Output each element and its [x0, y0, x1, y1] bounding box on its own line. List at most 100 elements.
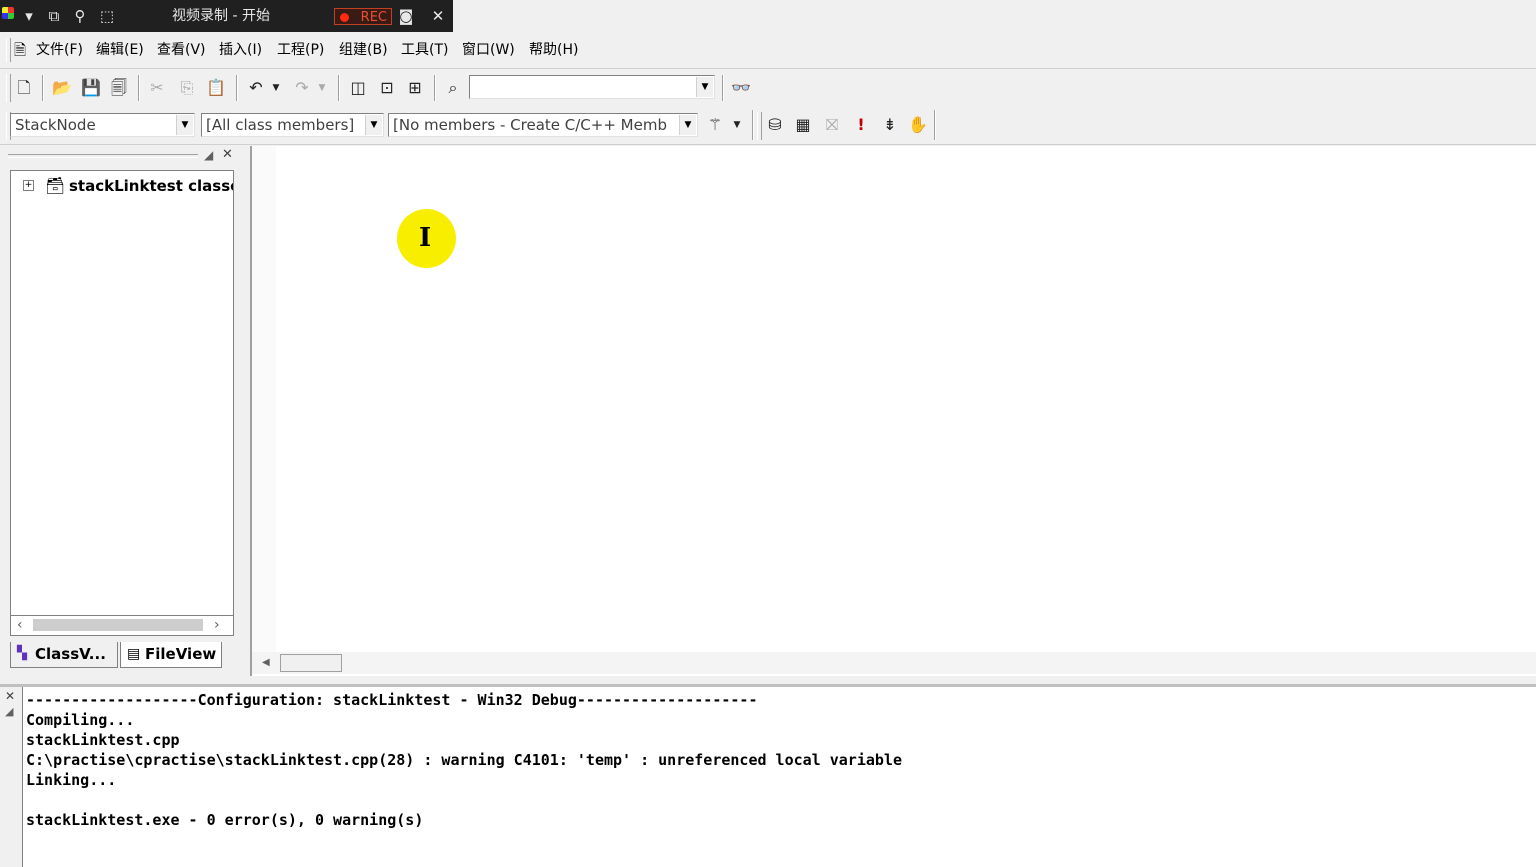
output-side-bar: ✕ ◢ — [0, 687, 23, 867]
find-binoculars-icon[interactable]: 👓 — [729, 76, 753, 100]
menu-edit[interactable]: 编辑(E) — [96, 41, 144, 59]
wizard-dropdown-icon[interactable]: ▼ — [725, 113, 749, 137]
scroll-right-icon[interactable]: › — [214, 617, 220, 633]
close-icon[interactable]: ✕ — [222, 147, 233, 162]
fileview-icon: ▤ — [127, 646, 141, 662]
workspace-pane: ◢ ✕ + 🗃 stackLinktest classes ‹ › ▚ Clas… — [0, 146, 240, 676]
chevron-down-icon[interactable]: ▼ — [365, 115, 382, 135]
scroll-thumb[interactable] — [280, 654, 342, 672]
redo-dropdown-icon[interactable]: ▼ — [310, 76, 334, 100]
output-line: C:\practise\cpractise\stackLinktest.cpp(… — [26, 751, 902, 769]
wizard-action-icon[interactable]: ⚚ — [703, 113, 727, 137]
menu-window[interactable]: 窗口(W) — [462, 41, 515, 59]
output-line: Linking... — [26, 771, 117, 789]
menubar-grip[interactable] — [6, 38, 11, 62]
open-icon[interactable]: 📂 — [50, 76, 74, 100]
execute-icon[interactable]: ! — [849, 113, 873, 137]
record-dot-icon — [340, 13, 349, 22]
tree-root-label[interactable]: stackLinktest classes — [69, 177, 233, 195]
app-logo-icon — [2, 7, 14, 19]
dropdown-icon[interactable]: ▾ — [20, 7, 38, 25]
output-line: stackLinktest.exe - 0 error(s), 0 warnin… — [26, 811, 424, 829]
restore-icon[interactable]: ⧉ — [45, 7, 63, 25]
classes-folder-icon: 🗃 — [45, 176, 66, 195]
tab-fileview-label: FileView — [145, 645, 217, 663]
save-icon[interactable]: 💾 — [79, 76, 103, 100]
separator — [236, 75, 238, 101]
dock-icon[interactable]: ◢ — [5, 705, 13, 718]
wizard-bar: StackNode ▼ [All class members] ▼ [No me… — [0, 106, 1536, 145]
rec-button[interactable]: REC — [334, 8, 392, 25]
separator — [722, 75, 724, 101]
cursor-highlight: I — [397, 209, 456, 268]
classview-icon: ▚ — [17, 646, 27, 661]
text-cursor-icon: I — [419, 223, 432, 253]
find-in-files-icon[interactable]: ⌕ — [441, 76, 465, 100]
close-icon[interactable]: ✕ — [429, 7, 447, 25]
camera-icon[interactable]: ◙ — [397, 7, 415, 25]
recorder-title: 视频录制 - 开始 — [172, 8, 270, 24]
rec-label: REC — [360, 10, 387, 25]
separator — [434, 75, 436, 101]
tab-classview[interactable]: ▚ ClassV... — [10, 642, 118, 668]
paste-icon[interactable]: 📋 — [204, 76, 228, 100]
go-icon[interactable]: ⇟ — [878, 113, 902, 137]
menu-tools[interactable]: 工具(T) — [401, 41, 448, 59]
output-line: stackLinktest.cpp — [26, 731, 180, 749]
class-tree[interactable]: + 🗃 stackLinktest classes — [10, 170, 234, 616]
save-all-icon[interactable]: 🗐 — [107, 76, 131, 100]
standard-toolbar: 🗋 📂 💾 🗐 ✂ ⎘ 📋 ↶ ▼ ↷ ▼ ◫ ⊡ ⊞ ⌕ ▼ 👓 — [0, 69, 1536, 106]
scroll-left-icon[interactable]: ◀ — [262, 655, 270, 671]
window-list-icon[interactable]: ⊞ — [403, 76, 427, 100]
chevron-down-icon[interactable]: ▼ — [679, 115, 696, 135]
workspace-gripper[interactable] — [8, 154, 198, 158]
tab-classview-label: ClassV... — [35, 645, 106, 663]
stop-build-icon[interactable]: ⛝ — [820, 113, 844, 137]
class-combo-value: StackNode — [15, 116, 96, 134]
chevron-down-icon[interactable]: ▼ — [696, 77, 713, 97]
members-combo-value: [No members - Create C/C++ Memb — [393, 116, 667, 134]
build-icon[interactable]: ▦ — [791, 113, 815, 137]
output-toggle-icon[interactable]: ⊡ — [375, 76, 399, 100]
find-combo[interactable]: ▼ — [469, 75, 715, 99]
toolbar-grip[interactable] — [6, 74, 11, 102]
separator — [338, 75, 340, 101]
output-line: -------------------Configuration: stackL… — [26, 691, 758, 709]
new-text-file-icon[interactable]: 🗋 — [12, 76, 36, 100]
build-toolbar-grip[interactable] — [757, 112, 762, 140]
filter-combo[interactable]: [All class members] ▼ — [201, 113, 384, 137]
workspace-hscrollbar[interactable]: ‹ › — [10, 616, 234, 636]
menu-project[interactable]: 工程(P) — [277, 41, 324, 59]
scroll-left-icon[interactable]: ‹ — [17, 617, 23, 633]
menu-view[interactable]: 查看(V) — [157, 41, 206, 59]
region-icon[interactable]: ⬚ — [98, 7, 116, 25]
members-combo[interactable]: [No members - Create C/C++ Memb ▼ — [388, 113, 698, 137]
class-combo[interactable]: StackNode ▼ — [10, 113, 195, 137]
tab-fileview[interactable]: ▤ FileView — [120, 642, 222, 668]
menu-bar: 🗎 文件(F) 编辑(E) 查看(V) 插入(I) 工程(P) 组建(B) 工具… — [0, 32, 1536, 69]
undo-dropdown-icon[interactable]: ▼ — [264, 76, 288, 100]
output-line: Compiling... — [26, 711, 135, 729]
separator — [138, 75, 140, 101]
workspace-toggle-icon[interactable]: ◫ — [346, 76, 370, 100]
chevron-down-icon[interactable]: ▼ — [176, 115, 193, 135]
scroll-thumb[interactable] — [33, 619, 203, 631]
breakpoint-hand-icon[interactable]: ✋ — [906, 113, 930, 137]
menu-build[interactable]: 组建(B) — [339, 41, 388, 59]
expand-icon[interactable]: + — [23, 180, 34, 191]
filter-combo-value: [All class members] — [206, 116, 355, 134]
close-icon[interactable]: ✕ — [5, 689, 15, 703]
menu-help[interactable]: 帮助(H) — [529, 41, 578, 59]
menu-insert[interactable]: 插入(I) — [219, 41, 262, 59]
document-icon[interactable]: 🗎 — [14, 40, 26, 65]
dock-icon[interactable]: ◢ — [204, 148, 213, 162]
menu-file[interactable]: 文件(F) — [36, 41, 83, 59]
copy-icon[interactable]: ⎘ — [175, 76, 199, 100]
separator — [752, 110, 754, 140]
cut-icon[interactable]: ✂ — [145, 76, 169, 100]
compile-icon[interactable]: ⛁ — [763, 113, 787, 137]
editor-margin — [252, 146, 276, 652]
separator — [934, 110, 936, 140]
zoom-icon[interactable]: ⚲ — [71, 7, 89, 25]
editor-hscrollbar[interactable]: ◀ — [252, 652, 1536, 674]
